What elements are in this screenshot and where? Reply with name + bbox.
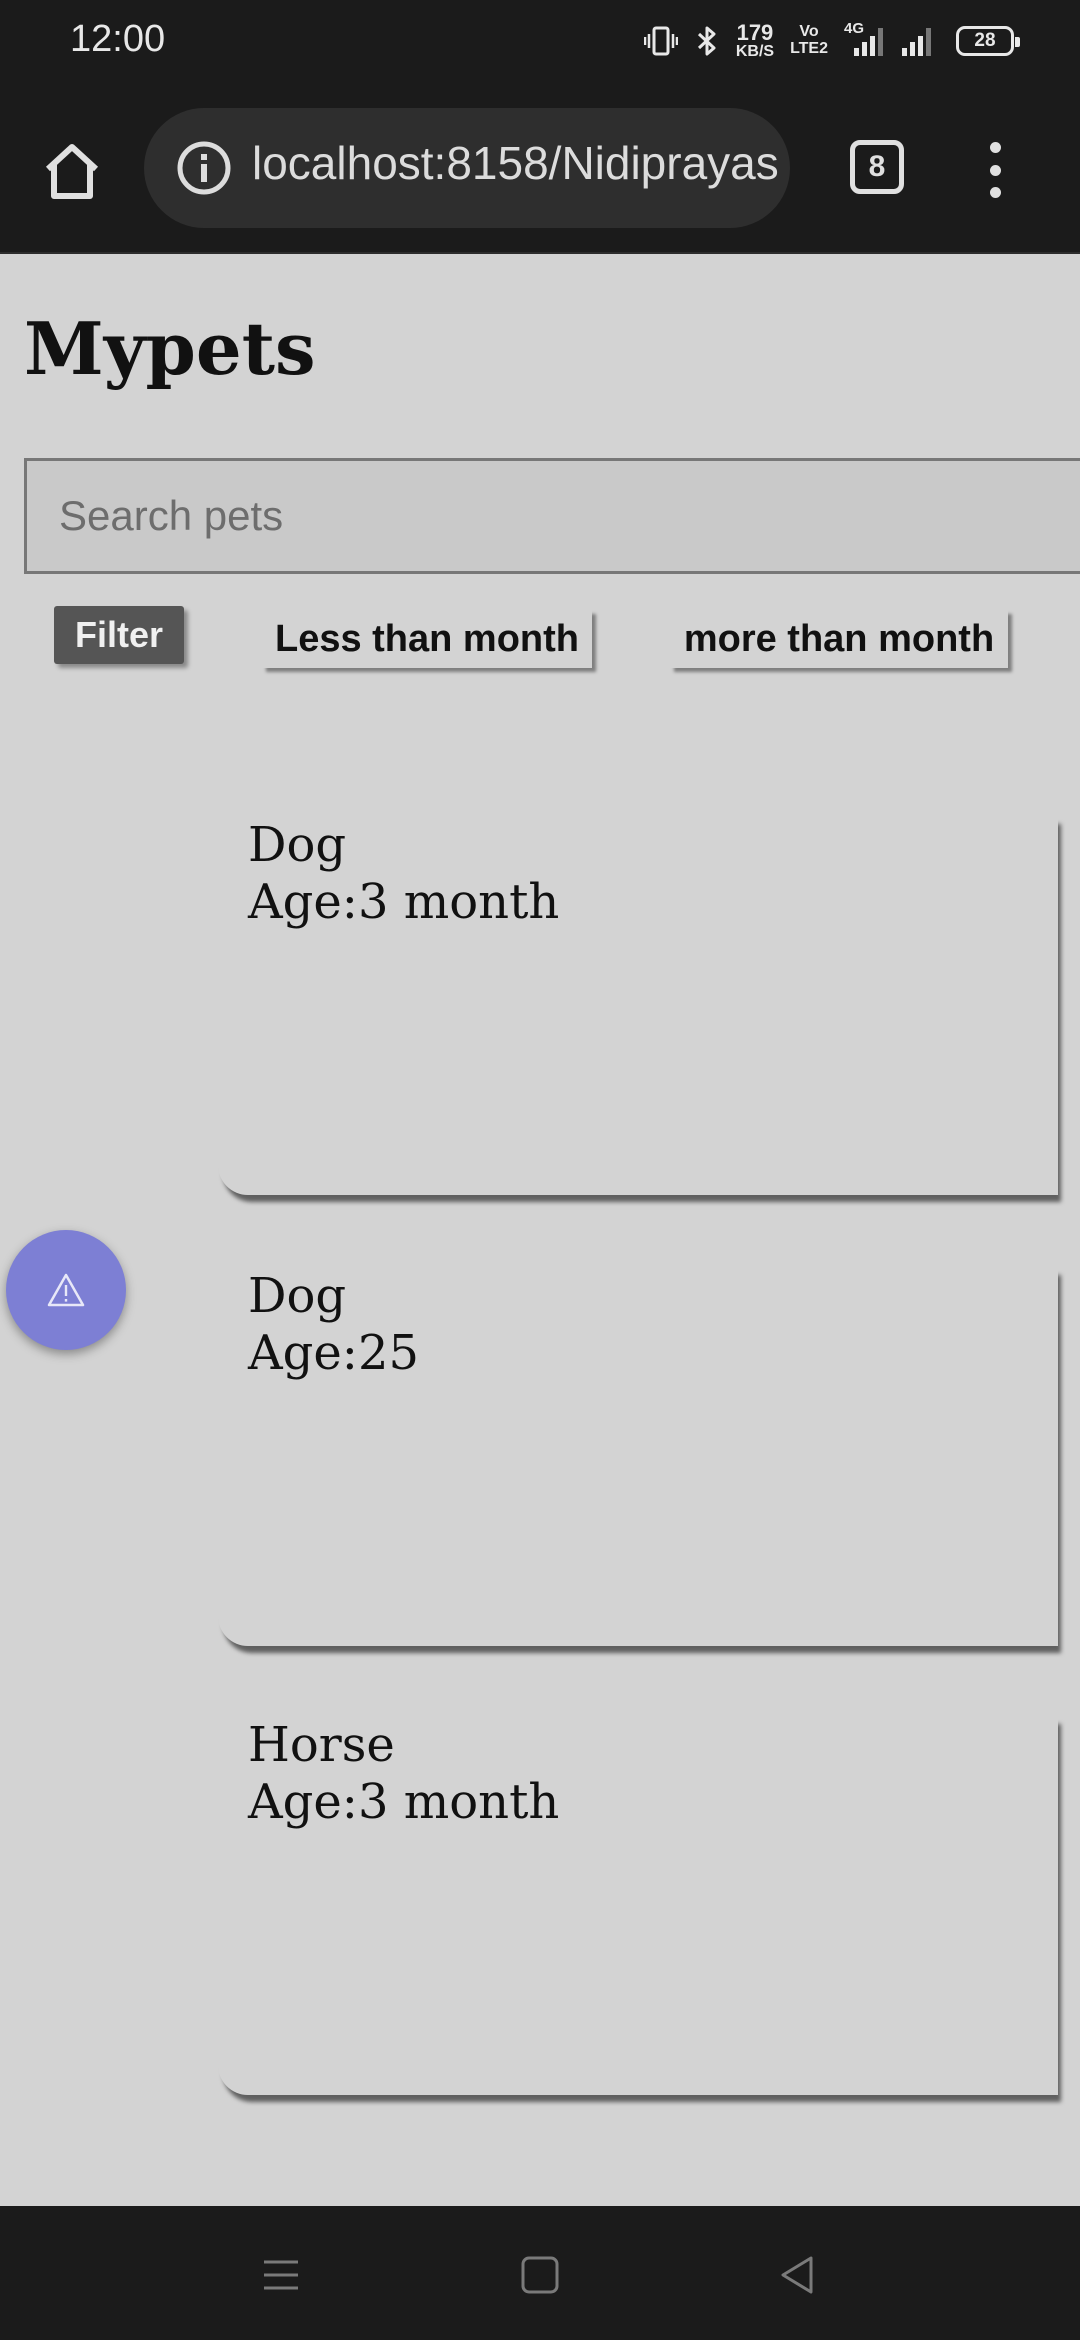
pet-card[interactable]: Dog Age:25 xyxy=(218,1266,1058,1646)
net-speed-unit: KB/S xyxy=(735,43,775,60)
status-icons: 179 KB/S Vo LTE2 4G 28 xyxy=(643,20,1020,62)
home-nav-icon[interactable] xyxy=(515,2250,565,2300)
filter-less-than-month-button[interactable]: Less than month xyxy=(262,610,592,668)
warning-fab-button[interactable] xyxy=(6,1230,126,1350)
battery-icon: 28 xyxy=(956,26,1020,56)
status-time: 12:00 xyxy=(70,18,166,60)
menu-icon[interactable] xyxy=(980,142,1010,198)
recent-apps-icon[interactable] xyxy=(256,2250,306,2300)
volte-line2: LTE2 xyxy=(790,40,828,57)
search-box[interactable] xyxy=(24,458,1080,574)
search-input[interactable] xyxy=(27,461,1080,571)
vibrate-icon xyxy=(643,24,678,58)
back-icon[interactable] xyxy=(773,2250,823,2300)
pet-name: Dog xyxy=(248,1268,347,1324)
filter-label: Filter xyxy=(54,606,184,664)
filter-more-than-month-button[interactable]: more than month xyxy=(670,610,1008,668)
volte-indicator: Vo LTE2 xyxy=(790,23,828,58)
tab-switcher-button[interactable]: 8 xyxy=(850,140,904,194)
home-icon[interactable] xyxy=(38,137,106,205)
battery-level: 28 xyxy=(974,30,996,51)
navigation-bar xyxy=(0,2206,1080,2340)
page-title: Mypets xyxy=(24,306,316,391)
pet-name: Horse xyxy=(248,1717,395,1773)
pet-card[interactable]: Horse Age:3 month xyxy=(218,1715,1058,2095)
net-speed: 179 KB/S xyxy=(736,22,774,60)
browser-toolbar: localhost:8158/Nidiprayas 8 xyxy=(0,82,1080,254)
pet-age: Age:3 month xyxy=(248,874,560,930)
volte-line1: Vo xyxy=(799,23,819,41)
pet-card[interactable]: Dog Age:3 month xyxy=(218,815,1058,1195)
bluetooth-icon xyxy=(694,24,720,58)
signal-icon xyxy=(900,24,940,58)
pet-name: Dog xyxy=(248,817,347,873)
pet-age: Age:25 xyxy=(248,1325,420,1381)
warning-icon xyxy=(47,1273,85,1307)
pet-age: Age:3 month xyxy=(248,1774,560,1830)
info-icon[interactable] xyxy=(176,140,232,196)
url-bar[interactable]: localhost:8158/Nidiprayas xyxy=(144,108,790,228)
signal-icon: 4G xyxy=(844,20,884,58)
network-type: 4G xyxy=(844,20,865,37)
net-speed-value: 179 xyxy=(736,20,774,45)
url-text: localhost:8158/Nidiprayas xyxy=(252,137,779,189)
status-bar: 12:00 179 KB/S Vo LTE2 4G 28 xyxy=(0,0,1080,82)
